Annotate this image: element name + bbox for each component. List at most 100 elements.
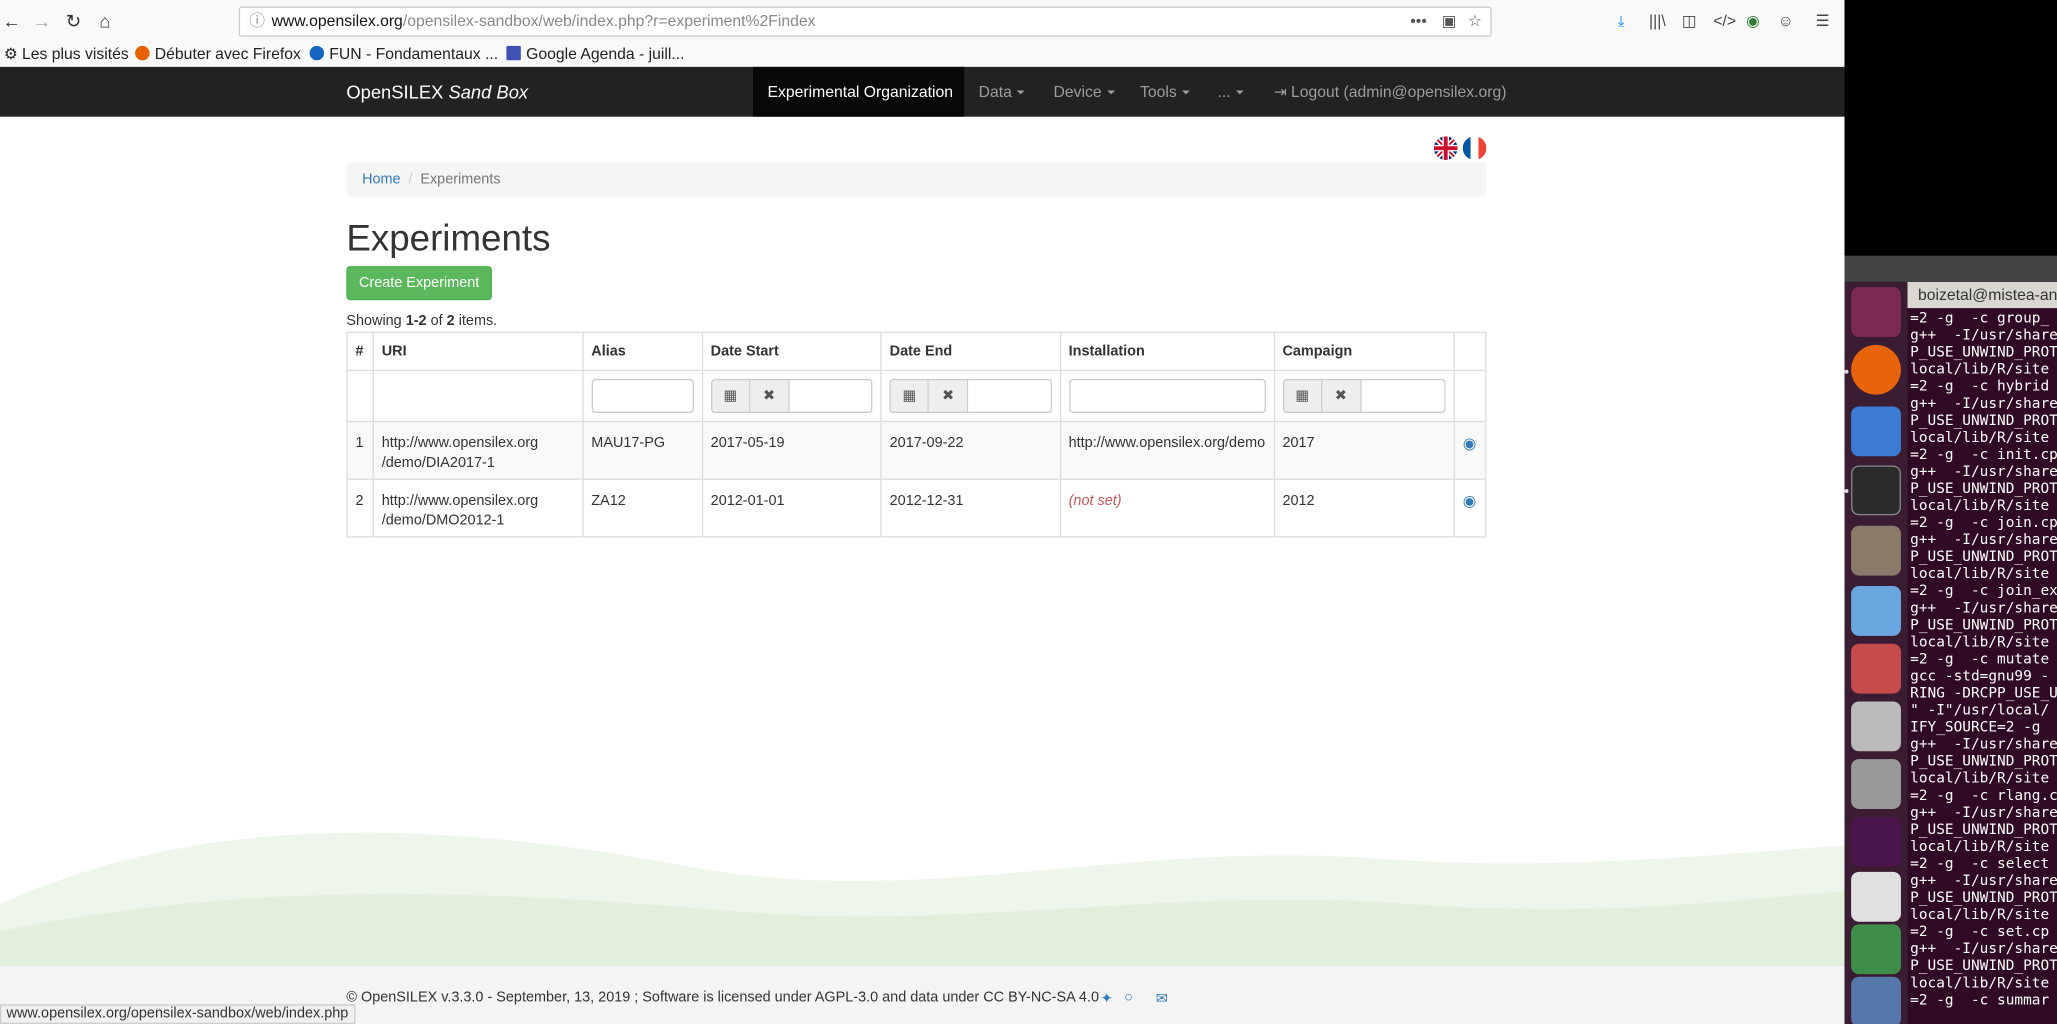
nav-data[interactable]: Data xyxy=(979,67,1026,117)
column-header-date-start[interactable]: Date Start xyxy=(701,331,882,372)
sidebar-icon[interactable]: ◫ xyxy=(1682,12,1697,30)
desktop-background xyxy=(1844,0,2057,256)
nav-experimental-organization[interactable]: Experimental Organization xyxy=(753,66,965,145)
breadcrumb-current: Experiments xyxy=(420,171,501,188)
terminal-line: " -I"/usr/local/ xyxy=(1910,701,2050,719)
settings-icon[interactable] xyxy=(1851,643,1901,694)
terminal-icon[interactable] xyxy=(1851,465,1901,516)
firefox-icon[interactable] xyxy=(1851,344,1901,395)
campaign-filter-input[interactable] xyxy=(1361,378,1446,413)
running-indicator xyxy=(1844,369,1849,374)
row-date-start: 2012-01-01 xyxy=(701,478,882,538)
spreadsheet-icon[interactable] xyxy=(1851,924,1901,975)
github-icon[interactable]: ○ xyxy=(1124,990,1133,1006)
terminal-line: g++ -I/usr/share xyxy=(1910,735,2057,753)
bookmark-most-visited[interactable]: ⚙ Les plus visités xyxy=(4,43,129,64)
screenshot-icon[interactable] xyxy=(1851,759,1901,809)
mail-icon[interactable]: ✉ xyxy=(1156,990,1168,1007)
site-info-icon[interactable]: ⓘ xyxy=(249,8,265,36)
filter-cell xyxy=(1059,369,1275,423)
view-eye-icon[interactable]: ◉ xyxy=(1463,492,1477,510)
experiments-table: # URI Alias Date Start Date End Installa… xyxy=(346,331,1487,538)
devtools-icon[interactable]: </> xyxy=(1713,12,1736,30)
column-header-alias[interactable]: Alias xyxy=(582,331,703,372)
terminal-line: local/lib/R/site xyxy=(1910,360,2050,378)
terminal-line: =2 -g -c hybrid xyxy=(1910,377,2050,395)
terminal-output: =2 -g -c group_ g++ -I/usr/share P_USE_UNW… xyxy=(1910,309,2057,1008)
twitter-icon[interactable]: ✦ xyxy=(1101,990,1113,1007)
back-icon[interactable]: ← xyxy=(0,9,24,33)
clear-icon[interactable]: ✖ xyxy=(929,378,969,413)
page-title: Experiments xyxy=(346,217,551,259)
menu-icon[interactable]: ☰ xyxy=(1816,12,1830,30)
url-bar[interactable]: ⓘ www.opensilex.org/opensilex-sandbox/we… xyxy=(238,6,1492,37)
terminal-line: P_USE_UNWIND_PROT xyxy=(1910,888,2057,906)
create-experiment-button[interactable]: Create Experiment xyxy=(346,266,492,301)
library-icon[interactable]: |||\ xyxy=(1649,12,1666,30)
column-header-campaign[interactable]: Campaign xyxy=(1273,331,1455,372)
ubuntu-logo-icon[interactable] xyxy=(1851,287,1901,337)
downloads-icon[interactable]: ⤓ xyxy=(1618,12,1625,30)
trash-icon[interactable] xyxy=(1851,976,1901,1024)
brand-logo[interactable]: OpenSILEX Sand Box xyxy=(346,81,528,102)
bookmark-fun[interactable]: FUN - Fondamentaux ... xyxy=(309,43,498,64)
nav-tools[interactable]: Tools xyxy=(1140,67,1190,117)
alias-filter-input[interactable] xyxy=(591,378,694,413)
virtualbox-icon[interactable] xyxy=(1851,586,1901,636)
page-actions-icon[interactable]: ••• xyxy=(1410,8,1427,36)
nav-logout[interactable]: ⇥ Logout (admin@opensilex.org) xyxy=(1274,67,1507,117)
forward-icon[interactable]: → xyxy=(30,9,54,33)
pocket-icon[interactable]: ▣ xyxy=(1442,8,1457,36)
column-header-uri[interactable]: URI xyxy=(372,331,584,372)
date-end-filter-input[interactable] xyxy=(968,378,1052,413)
reload-icon[interactable]: ↻ xyxy=(62,9,86,33)
breadcrumb: Home / Experiments xyxy=(346,162,1487,197)
table-row: 2 http://www.opensilex.org/demo/DMO2012-… xyxy=(346,478,1487,538)
terminal-line: g++ -I/usr/share xyxy=(1910,803,2057,821)
slack-icon[interactable] xyxy=(1851,816,1901,867)
row-uri: http://www.opensilex.org/demo/DIA2017-1 xyxy=(372,420,584,480)
row-uri: http://www.opensilex.org/demo/DMO2012-1 xyxy=(372,478,584,538)
bookmark-firefox[interactable]: Débuter avec Firefox xyxy=(135,43,301,64)
text-editor-icon[interactable] xyxy=(1851,701,1901,752)
row-actions: ◉ xyxy=(1453,420,1487,480)
files-icon[interactable] xyxy=(1851,525,1901,576)
uk-flag-icon[interactable] xyxy=(1433,136,1458,160)
caret-down-icon xyxy=(772,140,781,145)
row-number: 2 xyxy=(346,478,374,538)
terminal-line: g++ -I/usr/share xyxy=(1910,871,2057,889)
terminal-line: P_USE_UNWIND_PROT xyxy=(1910,820,2057,838)
calendar-icon[interactable]: ▦ xyxy=(710,378,751,413)
terminal-line: g++ -I/usr/share xyxy=(1910,326,2057,344)
clear-icon[interactable]: ✖ xyxy=(1321,378,1362,413)
caret-down-icon xyxy=(1017,90,1026,95)
extension-icon[interactable]: ◉ xyxy=(1746,12,1760,30)
viewer-icon[interactable] xyxy=(1851,871,1901,922)
terminal-line: =2 -g -c join_ex xyxy=(1910,582,2057,600)
bookmark-star-icon[interactable]: ☆ xyxy=(1468,8,1482,36)
row-date-end: 2017-09-22 xyxy=(880,420,1061,480)
terminal-line: local/lib/R/site xyxy=(1910,905,2050,924)
column-header-actions xyxy=(1453,331,1487,372)
terminal-line: =2 -g -c select xyxy=(1910,854,2050,872)
installation-filter-input[interactable] xyxy=(1068,378,1266,413)
calendar-icon[interactable]: ▦ xyxy=(889,378,930,413)
home-icon[interactable]: ⌂ xyxy=(93,9,117,33)
thunderbird-icon[interactable] xyxy=(1851,406,1901,457)
date-start-filter-input[interactable] xyxy=(789,378,873,413)
account-icon[interactable]: ☺ xyxy=(1778,12,1794,30)
column-header-num: # xyxy=(346,331,374,372)
nav-device[interactable]: Device xyxy=(1053,67,1115,117)
column-header-date-end[interactable]: Date End xyxy=(880,331,1061,372)
filter-cell: ▦ ✖ xyxy=(701,369,882,423)
nav-more[interactable]: ... xyxy=(1217,67,1244,117)
view-eye-icon[interactable]: ◉ xyxy=(1463,434,1477,452)
filter-cell xyxy=(1453,369,1487,423)
breadcrumb-home-link[interactable]: Home xyxy=(362,172,400,188)
calendar-icon[interactable]: ▦ xyxy=(1282,378,1322,413)
bookmark-google-agenda[interactable]: Google Agenda - juill... xyxy=(506,43,684,64)
column-header-installation[interactable]: Installation xyxy=(1059,331,1275,372)
terminal-window[interactable]: boizetal@mistea-ani =2 -g -c group_ g++ -… xyxy=(1907,281,2057,1024)
clear-icon[interactable]: ✖ xyxy=(750,378,790,413)
fr-flag-icon[interactable] xyxy=(1462,136,1487,160)
